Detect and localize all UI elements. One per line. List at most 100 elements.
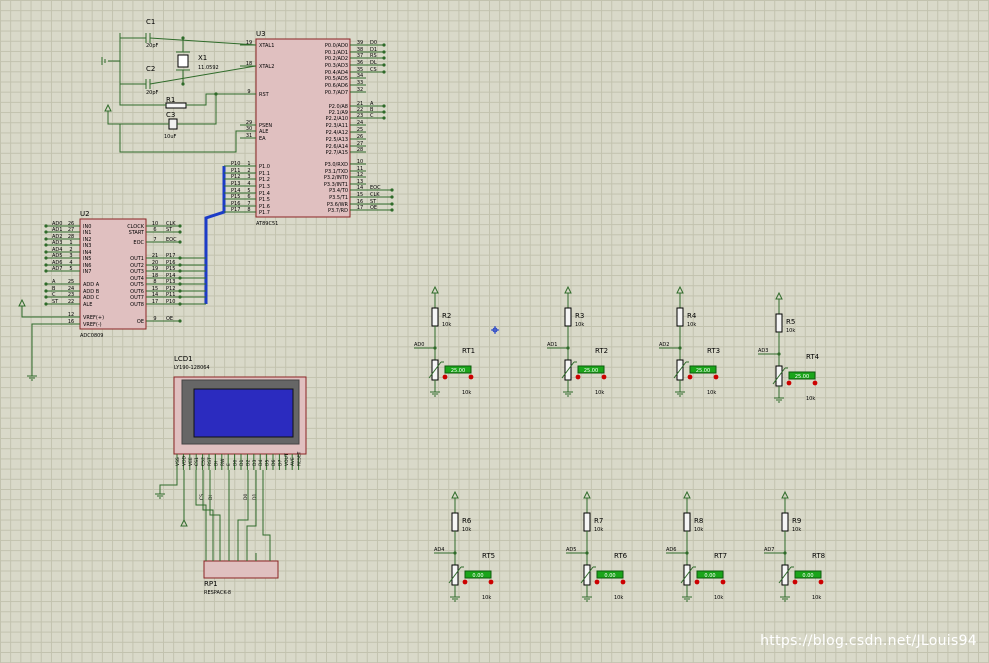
junction-dot (44, 250, 48, 254)
u3-pin-name: P2.5/A13 (326, 137, 348, 143)
junction-dot (44, 302, 48, 306)
junction-dot (382, 43, 386, 47)
lcd-pin-name: AVE (290, 457, 296, 466)
lcd-pin-name: D6 (271, 460, 277, 466)
u2-net-label: C (52, 292, 56, 298)
resistor-r8[interactable] (683, 512, 691, 532)
wire (159, 470, 178, 494)
junction-dot (181, 36, 185, 40)
u2-net-label: P15 (166, 266, 175, 272)
lcd-pin-name: D2 (245, 460, 251, 466)
temp-decrease-button[interactable] (442, 374, 448, 380)
junction-dot (44, 243, 48, 247)
temperature-value: 0.00 (472, 573, 483, 579)
temp-decrease-button[interactable] (575, 374, 581, 380)
temp-increase-button[interactable] (812, 380, 818, 386)
u2-net-label: P17 (166, 253, 175, 259)
wire (209, 470, 221, 553)
lcd-screen[interactable] (193, 388, 294, 438)
wire (195, 470, 207, 553)
u3-pin-num: 36 (357, 60, 363, 66)
temp-decrease-button[interactable] (694, 579, 700, 585)
junction-dot (382, 70, 386, 74)
temperature-value: 25.00 (584, 368, 598, 374)
temp-decrease-button[interactable] (594, 579, 600, 585)
u2-pin-name: START (129, 230, 145, 236)
ntc-value: 10k (482, 595, 491, 601)
resistor-r9[interactable] (781, 512, 789, 532)
u2-net-label: P13 (166, 279, 175, 285)
u3-pin-name: P1.0 (259, 164, 270, 170)
power-arrow (180, 518, 188, 527)
vref-arrow (18, 298, 26, 307)
resistor-r5[interactable] (775, 313, 783, 333)
x1-crystal[interactable] (177, 54, 189, 68)
u2-pin-name: OUT3 (130, 269, 144, 275)
c3-capacitor[interactable] (168, 118, 178, 130)
temperature-value: 0.00 (704, 573, 715, 579)
u2-pin-name: ADD C (83, 295, 100, 301)
u3-pin-num: 19 (246, 40, 252, 46)
resistor-value: 10k (594, 527, 603, 533)
temp-increase-button[interactable] (818, 579, 824, 585)
u3-pin-name: P1.2 (259, 177, 270, 183)
temp-increase-button[interactable] (713, 374, 719, 380)
u3-pin-name: P0.0/AD0 (325, 43, 348, 49)
resistor-r4[interactable] (676, 307, 684, 327)
u3-pin-num: 10 (357, 159, 363, 165)
lcd-pin-name: DI (213, 461, 219, 466)
resistor-r7[interactable] (583, 512, 591, 532)
u3-pin-name: P2.7/A15 (326, 150, 348, 156)
schematic-canvas[interactable]: C1 20pF C2 20pF X1 11.0592 R1 C3 10uF U3 AT89C51 19… (0, 0, 989, 663)
rp1-respack[interactable] (203, 560, 279, 579)
u3-pin-num: 17 (357, 205, 363, 211)
temp-increase-button[interactable] (620, 579, 626, 585)
c1-value: 20pF (146, 43, 159, 49)
temp-decrease-button[interactable] (792, 579, 798, 585)
resistor-value: 10k (792, 527, 801, 533)
u2-pin-name: IN7 (83, 269, 91, 275)
schematic-drawing[interactable]: C120pFC220pFX111.0592R1C310uFU3AT89C5119… (0, 0, 989, 663)
u3-pin-name: P1.3 (259, 184, 270, 190)
u3-pin-name: P0.2/AD2 (325, 56, 348, 62)
vcc-arrow (104, 103, 112, 112)
lcd-net-label: CS (199, 494, 205, 500)
u2-net-label: AD7 (52, 266, 62, 272)
resistor-r3[interactable] (564, 307, 572, 327)
r1-resistor[interactable] (165, 102, 187, 109)
u3-pin-num: 4 (247, 181, 250, 187)
u3-pin-name: P2.2/A10 (326, 116, 348, 122)
wire (107, 111, 120, 125)
c3-value: 10uF (164, 134, 177, 140)
ntc-ref: RT5 (482, 552, 495, 560)
power-arrow (775, 291, 783, 300)
wire (21, 306, 46, 318)
temp-increase-button[interactable] (720, 579, 726, 585)
ntc-ref: RT8 (812, 552, 825, 560)
resistor-r2[interactable] (431, 307, 439, 327)
resistor-ref: R5 (786, 318, 795, 326)
u3-pin-num: 12 (357, 172, 363, 178)
temp-decrease-button[interactable] (462, 579, 468, 585)
junction-dot (181, 82, 185, 86)
temp-decrease-button[interactable] (786, 380, 792, 386)
u2-net-label: EOC (166, 237, 177, 243)
temp-increase-button[interactable] (488, 579, 494, 585)
u2-pin-name: EOC (133, 240, 144, 246)
temp-decrease-button[interactable] (687, 374, 693, 380)
lcd-pin-name: CS2 (201, 457, 207, 466)
resistor-r6[interactable] (451, 512, 459, 532)
lcd-pin-name: CS1 (194, 457, 200, 466)
temp-increase-button[interactable] (468, 374, 474, 380)
u2-net-label: ST (52, 299, 59, 305)
u3-pin-name: P1.7 (259, 210, 270, 216)
lcd-pin-name: D3 (252, 460, 258, 466)
junction-dot (214, 92, 218, 96)
sensor-net-label: AD7 (764, 547, 774, 553)
junction-dot (44, 230, 48, 234)
u2-pin-num: 22 (68, 299, 74, 305)
temp-increase-button[interactable] (601, 374, 607, 380)
junction-dot (44, 224, 48, 228)
wire (119, 123, 256, 153)
u2-pin-num: 23 (68, 292, 74, 298)
